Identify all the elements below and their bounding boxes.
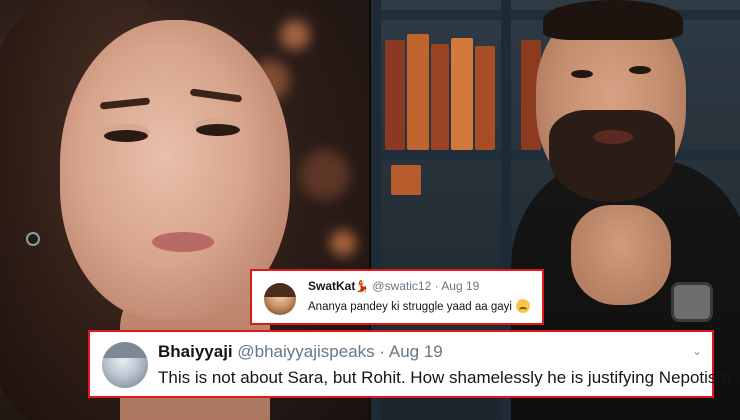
- man-hair: [543, 0, 683, 40]
- woman-lips: [152, 232, 214, 252]
- user-handle[interactable]: @swatic12: [372, 279, 431, 293]
- background-light: [330, 230, 356, 256]
- man-mouth: [593, 130, 633, 144]
- woman-eye-right: [196, 124, 240, 136]
- book: [451, 38, 473, 150]
- book: [475, 46, 495, 150]
- tweet-header: Bhaiyyaji @bhaiyyajispeaks · Aug 19: [158, 342, 443, 362]
- book: [385, 40, 405, 150]
- user-handle[interactable]: @bhaiyyajispeaks: [237, 342, 374, 361]
- display-name[interactable]: Bhaiyyaji: [158, 342, 233, 361]
- book: [431, 44, 449, 150]
- man-beard: [549, 110, 675, 202]
- background-light: [280, 20, 310, 50]
- display-name[interactable]: SwatKat: [308, 279, 355, 293]
- woman-eye-left: [104, 130, 148, 142]
- tweet-date[interactable]: Aug 19: [389, 342, 443, 361]
- tweet-date[interactable]: Aug 19: [441, 279, 479, 293]
- tweet-card-swatkat[interactable]: SwatKat💃 @swatic12 · Aug 19 Ananya pande…: [250, 269, 544, 325]
- book: [407, 34, 429, 150]
- avatar-hair: [264, 283, 296, 298]
- man-wristwatch: [671, 282, 713, 322]
- dancer-emoji-icon: 💃: [355, 281, 370, 293]
- tweet-text: Ananya pandey ki struggle yaad aa gayi: [308, 301, 512, 313]
- avatar[interactable]: [102, 342, 148, 388]
- tweet-text-row: Ananya pandey ki struggle yaad aa gayi: [308, 299, 530, 313]
- woman-earring: [26, 232, 40, 246]
- tweet-text: This is not about Sara, but Rohit. How s…: [158, 368, 736, 387]
- background-light: [300, 150, 350, 200]
- man-eye-left: [571, 70, 593, 78]
- tweet-header: SwatKat💃 @swatic12 · Aug 19: [308, 279, 479, 293]
- man-eye-right: [629, 66, 651, 74]
- avatar[interactable]: [264, 283, 296, 315]
- avatar-hair: [102, 342, 148, 359]
- separator-dot: ·: [379, 342, 386, 361]
- tweet-card-bhaiyyaji[interactable]: Bhaiyyaji @bhaiyyajispeaks · Aug 19 ⌄ Th…: [88, 330, 735, 398]
- man-clasped-hands: [571, 205, 671, 305]
- crying-face-icon: [515, 299, 530, 313]
- separator-dot: ·: [434, 279, 439, 293]
- chevron-down-icon[interactable]: ⌄: [692, 344, 702, 358]
- book: [391, 165, 421, 195]
